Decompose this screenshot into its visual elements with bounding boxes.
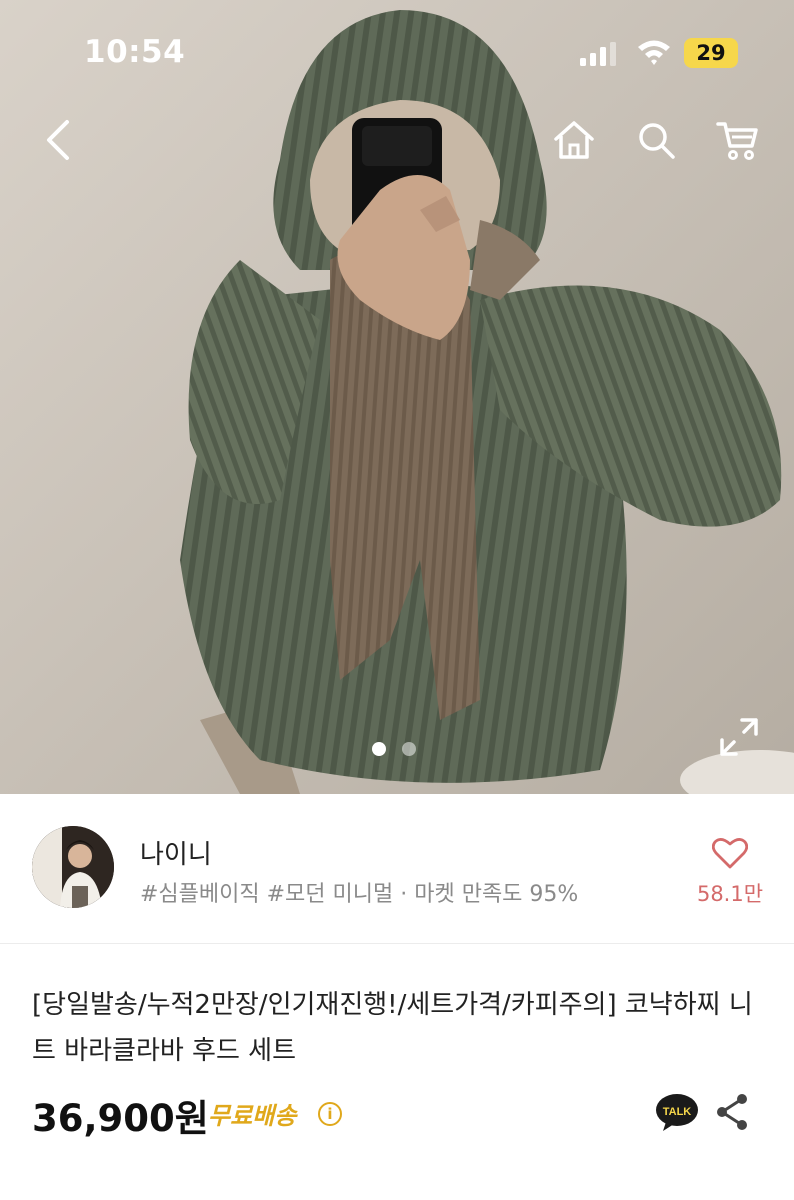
kakao-talk-icon[interactable]: TALK [654, 1092, 700, 1132]
wifi-icon [638, 40, 670, 65]
info-icon[interactable]: i [318, 1102, 342, 1126]
gallery-pagination [372, 742, 416, 756]
back-icon [47, 120, 69, 160]
cart-button[interactable] [710, 112, 766, 168]
cart-icon [716, 122, 758, 160]
talk-label: TALK [663, 1106, 692, 1118]
seller-section[interactable]: 나이니 #심플베이직 #모던 미니멀 · 마켓 만족도 95% 58.1만 [0, 794, 794, 944]
like-count: 58.1만 [696, 882, 764, 906]
clock: 10:54 [84, 34, 186, 70]
free-shipping-badge: 무료배송 [208, 1102, 297, 1130]
battery-indicator: 29 [684, 38, 738, 68]
product-image-gallery[interactable]: 10:54 29 [0, 0, 794, 794]
avatar[interactable] [32, 826, 114, 908]
back-button[interactable] [30, 112, 86, 168]
search-button[interactable] [628, 112, 684, 168]
product-price: 36,900원 [32, 1097, 209, 1140]
search-icon [639, 123, 675, 159]
product-title: [당일발송/누적2만장/인기재진행!/세트가격/카피주의] 코냑하찌 니트 바라… [32, 990, 753, 1066]
seller-name[interactable]: 나이니 [140, 834, 212, 871]
gallery-dot-1[interactable] [372, 742, 386, 756]
gallery-dot-2[interactable] [402, 742, 416, 756]
expand-icon[interactable] [718, 716, 760, 758]
heart-icon[interactable] [712, 836, 748, 870]
home-button[interactable] [546, 112, 602, 168]
share-icon[interactable] [714, 1092, 750, 1132]
seller-avatar-image [32, 826, 114, 908]
seller-tags: #심플베이직 #모던 미니멀 · 마켓 만족도 95% [140, 882, 579, 907]
home-icon [554, 121, 594, 159]
cell-signal-icon [580, 42, 616, 66]
status-bar: 10:54 29 [0, 0, 794, 100]
